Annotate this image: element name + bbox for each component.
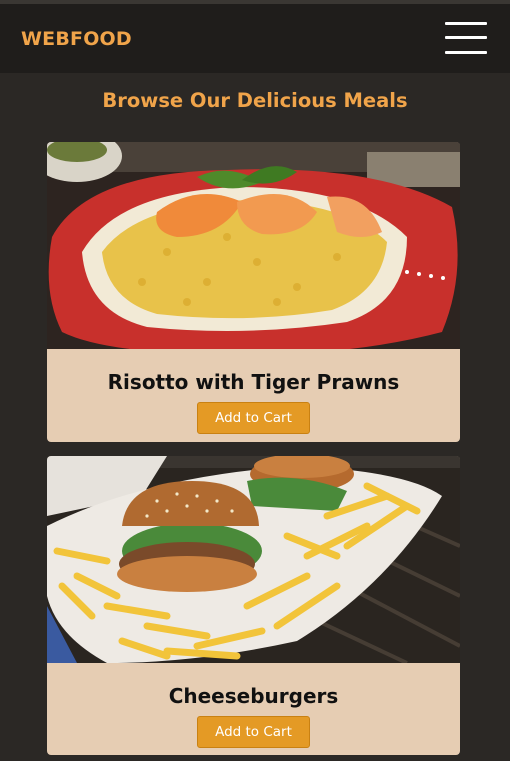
navbar: WEBFOOD xyxy=(0,4,510,73)
meal-card-cheeseburgers: Cheeseburgers Add to Cart xyxy=(47,456,460,755)
meal-card-risotto: Risotto with Tiger Prawns Add to Cart xyxy=(47,142,460,442)
menu-bar-middle xyxy=(445,36,487,39)
page-title: Browse Our Delicious Meals xyxy=(102,89,408,112)
meal-title: Risotto with Tiger Prawns xyxy=(107,370,400,394)
hamburger-menu-icon[interactable] xyxy=(445,22,487,56)
brand-logo[interactable]: WEBFOOD xyxy=(21,28,132,50)
meal-photo-risotto xyxy=(47,142,460,349)
menu-bar-top xyxy=(445,22,487,25)
meal-photo-cheeseburgers xyxy=(47,456,460,663)
add-to-cart-button[interactable]: Add to Cart xyxy=(197,716,310,748)
meal-title: Cheeseburgers xyxy=(168,684,339,708)
add-to-cart-button[interactable]: Add to Cart xyxy=(197,402,310,434)
menu-bar-bottom xyxy=(445,51,487,54)
